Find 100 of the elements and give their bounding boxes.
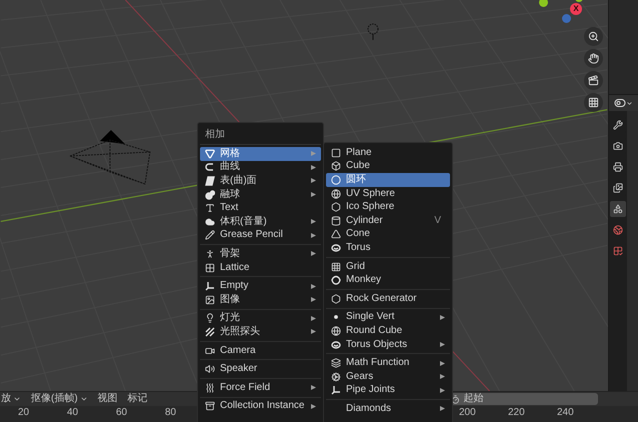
menu-item-label: 体积(音量) [220, 216, 268, 227]
menu-item-label: Single Vert [346, 312, 396, 322]
zoom-icon [588, 31, 599, 42]
menu-item[interactable]: Cylinder V [326, 214, 450, 228]
viewport-nav-button[interactable] [584, 27, 603, 46]
menu-item[interactable]: Speaker [200, 362, 321, 376]
menu-item[interactable]: Force Field [200, 380, 321, 394]
properties-tab[interactable] [610, 201, 626, 217]
menu-item[interactable]: Diamonds [326, 402, 450, 416]
menu-item[interactable]: 骨架 [200, 247, 321, 261]
menu-item[interactable]: 网格 [200, 147, 321, 161]
globe-icon [331, 188, 341, 199]
video-camera-icon [205, 346, 215, 356]
menu-item[interactable]: Torus Objects [326, 338, 450, 352]
menu-item[interactable]: 曲线 [200, 160, 321, 174]
menu-item[interactable]: 融球 [200, 188, 321, 202]
viewport-nav-button[interactable] [584, 93, 603, 112]
cloud-icon [205, 216, 215, 227]
menu-item-label: Text [220, 203, 240, 214]
timeline-menu[interactable]: 视图 [98, 394, 118, 404]
menu-item[interactable]: Monkey [326, 273, 450, 287]
camera-icon [613, 141, 623, 151]
circle-icon [331, 174, 341, 185]
menu-item-label: Ico Sphere [346, 202, 396, 212]
menu-item-label: Grease Pencil [220, 230, 284, 240]
menu-item[interactable]: 体积(音量) [200, 214, 321, 229]
menu-item[interactable]: Round Cube [326, 324, 450, 338]
menu-item-label: 图像 [220, 294, 241, 305]
menu-item[interactable]: Text [200, 201, 321, 215]
navigation-gizmo[interactable]: X [536, 0, 590, 28]
menu-item-label: Torus [346, 242, 372, 253]
ellipse-icon [331, 340, 341, 350]
menu-item[interactable]: Camera [200, 344, 321, 358]
video-camera-icon [588, 75, 599, 86]
submenu-arrow-icon [311, 297, 316, 302]
submenu-arrow-icon [440, 360, 445, 366]
frame-number: 220 [508, 408, 525, 418]
images-icon [613, 183, 623, 193]
menu-item-label: 曲线 [220, 162, 241, 172]
submenu-arrow-icon [311, 151, 316, 156]
menu-item[interactable]: Math Function [326, 356, 450, 370]
menu-item[interactable]: Grid [326, 260, 450, 274]
ellipse-icon [331, 242, 341, 253]
menu-item[interactable]: 灯光 [200, 312, 321, 326]
menu-item[interactable]: 圆环 [326, 173, 450, 187]
hexagon-icon [331, 202, 341, 212]
gear-icon [331, 372, 341, 382]
menu-item-label: Grid [346, 262, 366, 272]
menu-item[interactable]: Grease Pencil [200, 228, 321, 242]
menu-item[interactable]: Plane [326, 146, 450, 160]
menu-item[interactable]: Pipe Joints [326, 384, 450, 398]
menu-item-label: Math Function [346, 358, 410, 368]
lightbulb-icon [205, 313, 215, 324]
menu-item-label: Monkey [346, 275, 382, 286]
grid-icon [205, 262, 215, 273]
menu-item[interactable]: 图像 [200, 292, 321, 307]
frame-number: 200 [459, 408, 476, 418]
stopwatch-icon [450, 394, 460, 404]
menu-item-label: 表(曲)面 [220, 176, 258, 186]
menu-item[interactable]: Torus [326, 241, 450, 255]
menu-item-label: 网格 [220, 148, 241, 159]
menu-item[interactable]: Gears [326, 370, 450, 384]
viewport-nav-button[interactable] [584, 49, 603, 68]
timeline-menu[interactable]: 抠像(插帧) [31, 394, 88, 404]
menu-item-label: Rock Generator [346, 294, 418, 304]
menu-item[interactable]: Cube [326, 160, 450, 174]
pencil-icon [205, 230, 215, 240]
menu-item[interactable]: 表(曲)面 [200, 174, 321, 188]
submenu-arrow-icon [440, 406, 445, 412]
menu-item[interactable]: Ico Sphere [326, 200, 450, 214]
viewport-nav-button[interactable] [584, 71, 603, 90]
menu-title: 相加 [205, 130, 225, 140]
curve-icon [205, 162, 215, 172]
menu-item[interactable]: Empty [200, 279, 321, 293]
globe-icon [331, 326, 341, 336]
axis-icon [331, 385, 341, 396]
hand-icon [588, 53, 599, 64]
menu-item[interactable]: Lattice [200, 260, 321, 274]
menu-item-label: Lattice [220, 262, 250, 273]
menu-item[interactable]: Single Vert [326, 310, 450, 324]
menu-item[interactable]: 光照探头 [200, 325, 321, 339]
menu-item-label: Force Field [220, 382, 272, 393]
surface-icon [205, 176, 215, 186]
submenu-arrow-icon [311, 284, 316, 289]
menu-item[interactable]: Cone [326, 228, 450, 242]
frame-number: 240 [557, 408, 574, 418]
submenu-arrow-icon [440, 342, 445, 348]
editor-type-button[interactable] [614, 97, 633, 109]
menu-item[interactable]: Collection Instance [200, 400, 321, 414]
submenu-arrow-icon [311, 329, 316, 334]
submenu-arrow-icon [440, 314, 445, 320]
timeline-menu[interactable]: 放 [1, 394, 21, 404]
timeline-menu[interactable]: 标记 [128, 394, 148, 404]
menu-item-label: Cylinder [346, 216, 384, 226]
menu-item[interactable]: Rock Generator [326, 292, 450, 306]
box-icon [205, 401, 215, 412]
menu-item[interactable]: UV Sphere [326, 186, 450, 200]
submenu-arrow-icon [311, 219, 316, 224]
waves-icon [205, 382, 215, 393]
menu-item-label: Cube [346, 161, 371, 172]
